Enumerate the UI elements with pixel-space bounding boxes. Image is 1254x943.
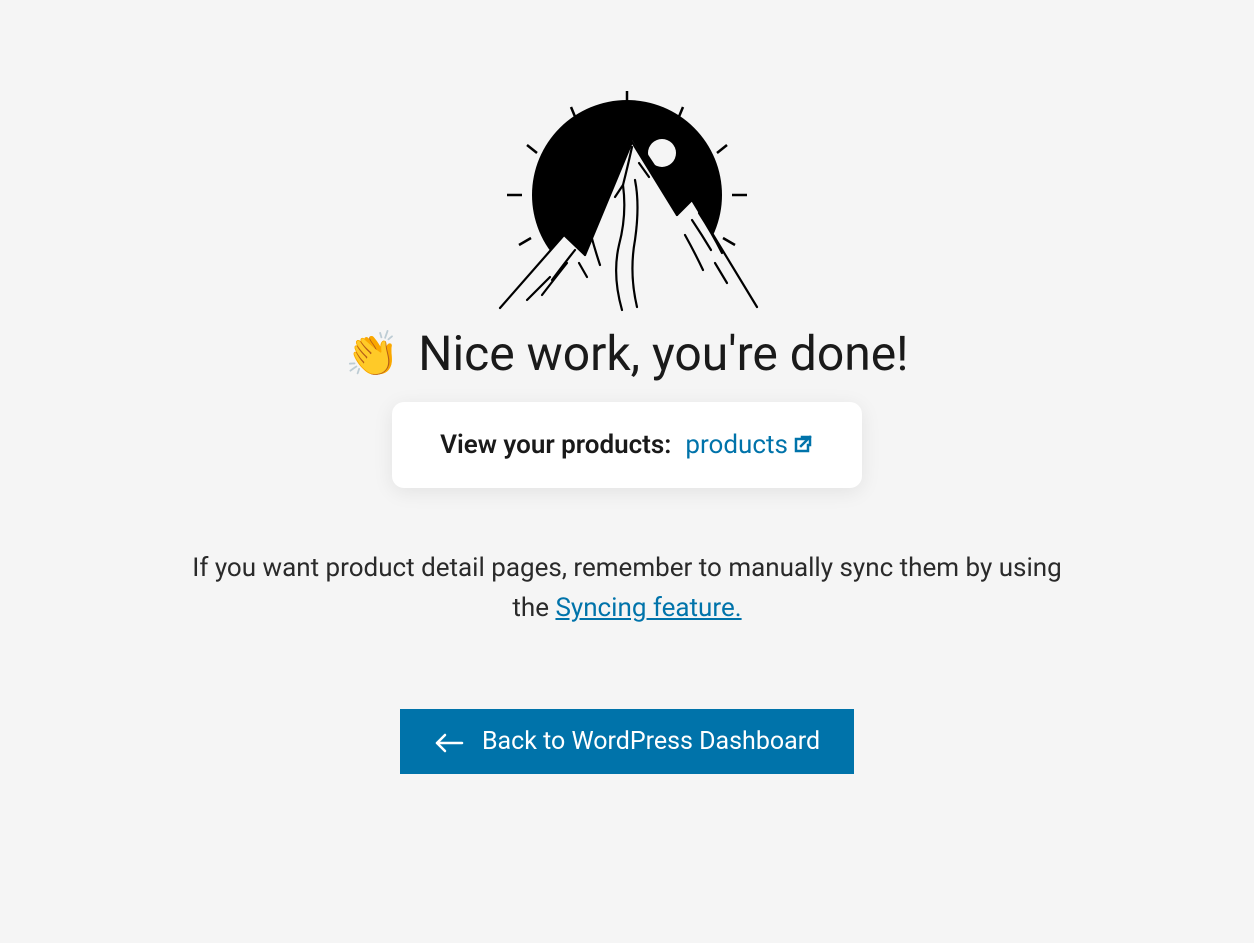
- products-card-label: View your products:: [440, 430, 671, 460]
- arrow-left-icon: [434, 731, 464, 751]
- syncing-feature-link[interactable]: Syncing feature.: [555, 593, 741, 623]
- products-link[interactable]: products: [685, 430, 814, 460]
- back-to-dashboard-button[interactable]: Back to WordPress Dashboard: [400, 709, 854, 774]
- page-title: 👏 Nice work, you're done!: [345, 325, 908, 382]
- external-link-icon: [790, 433, 814, 457]
- back-button-label: Back to WordPress Dashboard: [482, 727, 820, 756]
- mountain-sun-logo: [467, 85, 787, 315]
- products-card: View your products: products: [392, 402, 862, 488]
- sync-description: If you want product detail pages, rememb…: [187, 548, 1067, 629]
- heading-text: Nice work, you're done!: [418, 325, 908, 382]
- clap-icon: 👏: [345, 332, 400, 376]
- products-link-text: products: [685, 430, 788, 460]
